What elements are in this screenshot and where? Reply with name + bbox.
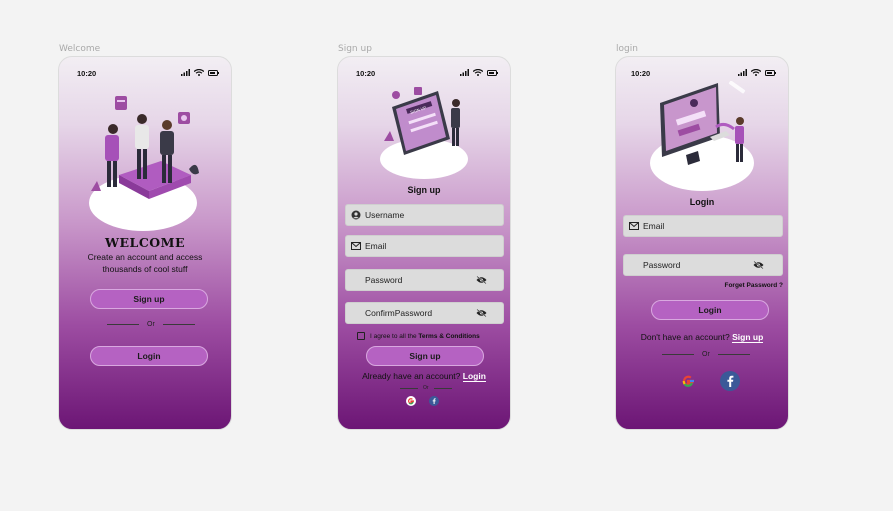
forgot-password-link[interactable]: Forget Password ? bbox=[724, 282, 783, 289]
signup-submit-button[interactable]: Sign up bbox=[366, 346, 484, 366]
battery-icon bbox=[487, 69, 498, 76]
email-field[interactable]: Email bbox=[623, 215, 783, 237]
login-link[interactable]: Login bbox=[462, 371, 486, 382]
password-field[interactable]: Password bbox=[623, 254, 783, 276]
login-heading: Login bbox=[689, 197, 715, 207]
or-label: Or bbox=[423, 385, 429, 391]
wifi-icon bbox=[194, 69, 204, 76]
signup-button[interactable]: Sign up bbox=[90, 289, 208, 309]
welcome-screen: 10:20 WELCOME Create an account and acce… bbox=[58, 56, 232, 430]
google-icon[interactable] bbox=[680, 373, 696, 389]
eye-off-icon[interactable] bbox=[476, 308, 487, 318]
login-screen: 10:20 Login Email Password Forget Passwo… bbox=[615, 56, 789, 430]
or-divider: Or bbox=[662, 351, 750, 358]
signup-screen: 10:20 SIGN UP Sign up Username Email Pas… bbox=[337, 56, 511, 430]
have-account-text: Already have an account? bbox=[362, 371, 461, 381]
wifi-icon bbox=[751, 69, 761, 76]
login-illustration bbox=[650, 81, 754, 191]
terms-checkbox[interactable] bbox=[357, 332, 365, 340]
terms-row: I agree to all the Terms & Conditions bbox=[357, 332, 480, 340]
email-field[interactable]: Email bbox=[345, 235, 504, 257]
terms-text: I agree to all the Terms & Conditions bbox=[370, 333, 480, 340]
login-submit-button[interactable]: Login bbox=[651, 300, 769, 320]
signal-icon bbox=[738, 69, 747, 76]
status-bar: 10:20 bbox=[59, 69, 231, 81]
have-account-row: Already have an account? Login bbox=[338, 371, 510, 382]
signal-icon bbox=[460, 69, 469, 76]
welcome-subtitle-1: Create an account and access bbox=[87, 252, 203, 262]
frame-label-signup: Sign up bbox=[338, 44, 372, 54]
no-account-text: Don't have an account? bbox=[640, 332, 730, 342]
wifi-icon bbox=[473, 69, 483, 76]
welcome-heading: WELCOME bbox=[104, 235, 186, 250]
mail-icon bbox=[351, 242, 361, 250]
confirm-password-field[interactable]: ConfirmPassword bbox=[345, 302, 504, 324]
password-placeholder: Password bbox=[643, 260, 681, 270]
signup-illustration: SIGN UP bbox=[380, 87, 468, 179]
welcome-illustration bbox=[89, 96, 199, 231]
mail-icon bbox=[629, 222, 639, 230]
confirm-password-placeholder: ConfirmPassword bbox=[365, 308, 433, 318]
or-label: Or bbox=[702, 351, 710, 358]
user-icon bbox=[351, 210, 361, 220]
frame-label-login: login bbox=[616, 44, 638, 54]
email-placeholder: Email bbox=[643, 221, 665, 231]
email-placeholder: Email bbox=[365, 241, 387, 251]
battery-icon bbox=[208, 69, 219, 76]
password-field[interactable]: Password bbox=[345, 269, 504, 291]
status-bar: 10:20 bbox=[616, 69, 788, 81]
status-time: 10:20 bbox=[77, 69, 97, 78]
welcome-subtitle-2: thousands of cool stuff bbox=[102, 264, 188, 274]
google-icon[interactable] bbox=[406, 396, 416, 406]
terms-prefix: I agree to all the bbox=[370, 332, 419, 340]
username-field[interactable]: Username bbox=[345, 204, 504, 226]
battery-icon bbox=[765, 69, 776, 76]
facebook-icon[interactable] bbox=[429, 396, 439, 406]
signal-icon bbox=[181, 69, 190, 76]
or-divider: Or bbox=[107, 321, 195, 328]
eye-off-icon[interactable] bbox=[476, 275, 487, 285]
facebook-icon[interactable] bbox=[720, 371, 740, 391]
frame-label-welcome: Welcome bbox=[59, 44, 101, 54]
no-account-row: Don't have an account? Sign up bbox=[616, 332, 788, 343]
status-time: 10:20 bbox=[356, 69, 376, 78]
password-placeholder: Password bbox=[365, 275, 403, 285]
signup-link[interactable]: Sign up bbox=[732, 332, 764, 343]
username-placeholder: Username bbox=[365, 210, 405, 220]
or-divider: Or bbox=[400, 385, 452, 391]
or-label: Or bbox=[147, 321, 155, 328]
signup-heading: Sign up bbox=[407, 185, 441, 195]
status-time: 10:20 bbox=[631, 69, 651, 78]
terms-link[interactable]: Terms & Conditions bbox=[418, 333, 479, 340]
eye-off-icon[interactable] bbox=[753, 260, 764, 270]
status-bar: 10:20 bbox=[338, 69, 510, 81]
login-button[interactable]: Login bbox=[90, 346, 208, 366]
